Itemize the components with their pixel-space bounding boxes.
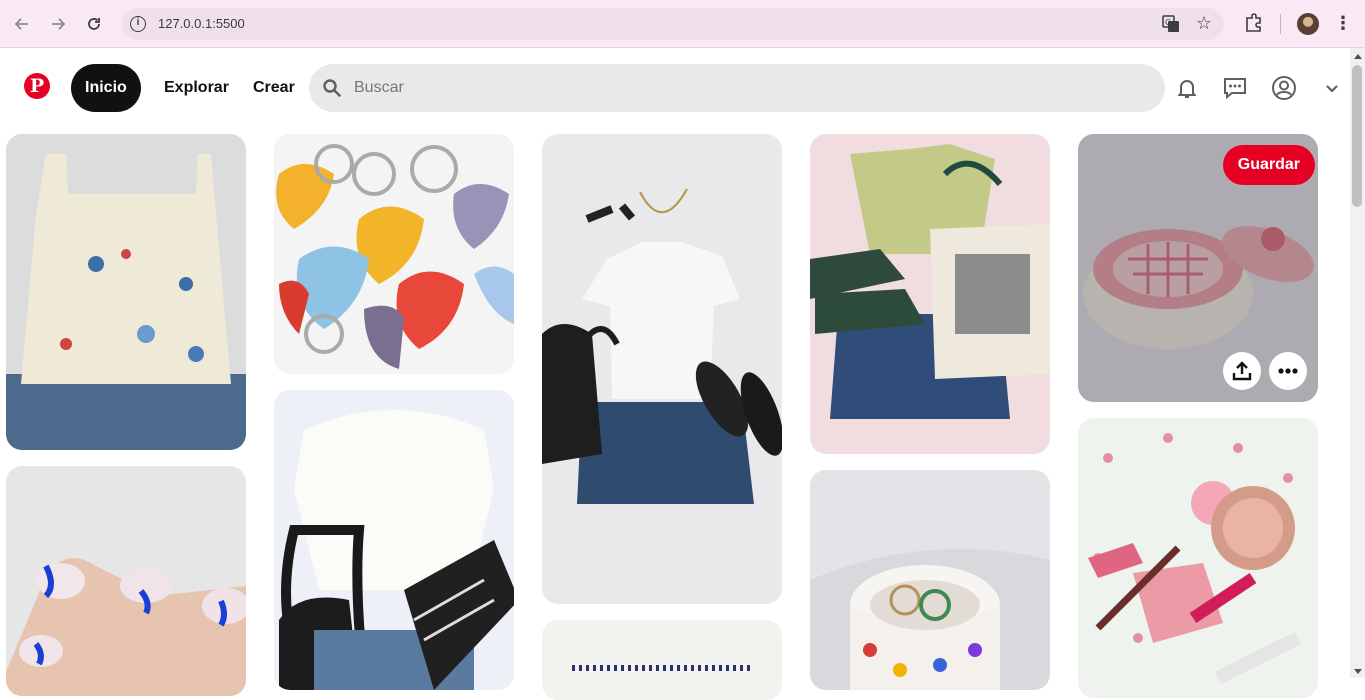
pin-card[interactable]: [274, 390, 514, 690]
toolbar-divider: [1280, 14, 1281, 34]
account-menu-chevron-down-icon[interactable]: [1316, 72, 1348, 104]
url-text: 127.0.0.1:5500: [158, 16, 245, 31]
pin-card[interactable]: [810, 470, 1050, 690]
search-input[interactable]: [354, 64, 1134, 112]
pin-image: [1078, 418, 1318, 698]
pin-card-hovered[interactable]: Guardar: [1078, 134, 1318, 402]
bookmark-star-icon[interactable]: ☆: [1196, 13, 1212, 34]
scrollbar-thumb[interactable]: [1352, 65, 1362, 207]
pinterest-logo-icon[interactable]: P: [24, 73, 50, 99]
search-bar[interactable]: [309, 64, 1165, 112]
pin-card[interactable]: [274, 134, 514, 374]
translate-icon[interactable]: G: [1162, 15, 1180, 33]
search-icon: [323, 79, 341, 97]
reload-icon[interactable]: [82, 12, 106, 36]
pin-card[interactable]: [6, 466, 246, 696]
extensions-icon[interactable]: [1243, 12, 1265, 34]
nav-explore[interactable]: Explorar: [150, 64, 243, 112]
pin-card[interactable]: [1078, 418, 1318, 698]
scroll-down-arrow-icon[interactable]: [1354, 669, 1362, 674]
notifications-bell-icon[interactable]: [1171, 72, 1203, 104]
pin-image: [274, 134, 514, 374]
pin-image: [542, 134, 782, 604]
pin-card[interactable]: [6, 134, 246, 450]
pin-image: [810, 134, 1050, 454]
pin-card[interactable]: [810, 134, 1050, 454]
account-icon[interactable]: [1268, 72, 1300, 104]
more-options-icon[interactable]: [1269, 352, 1307, 390]
pin-image: [6, 466, 246, 696]
nav-home[interactable]: Inicio: [71, 64, 141, 112]
address-bar[interactable]: i 127.0.0.1:5500 G ☆: [122, 8, 1224, 40]
scroll-up-arrow-icon[interactable]: [1354, 54, 1362, 59]
share-upload-icon[interactable]: [1223, 352, 1261, 390]
pin-image: [274, 390, 514, 690]
site-info-icon[interactable]: i: [130, 16, 146, 32]
site-header: P Inicio Explorar Crear: [0, 48, 1350, 130]
back-icon[interactable]: [10, 12, 34, 36]
forward-icon[interactable]: [46, 12, 70, 36]
pin-card[interactable]: [542, 134, 782, 604]
page-scrollbar[interactable]: [1350, 48, 1365, 678]
pin-image: [542, 620, 782, 700]
pin-image: [6, 134, 246, 450]
nav-create[interactable]: Crear: [239, 64, 309, 112]
messages-icon[interactable]: [1219, 72, 1251, 104]
save-button[interactable]: Guardar: [1222, 145, 1315, 185]
pin-image: [810, 470, 1050, 690]
browser-menu-icon[interactable]: ⋮: [1334, 12, 1352, 34]
pin-card[interactable]: [542, 620, 782, 700]
browser-toolbar: i 127.0.0.1:5500 G ☆ ⋮: [0, 0, 1365, 48]
svg-text:G: G: [1165, 18, 1171, 27]
profile-avatar[interactable]: [1297, 13, 1319, 35]
